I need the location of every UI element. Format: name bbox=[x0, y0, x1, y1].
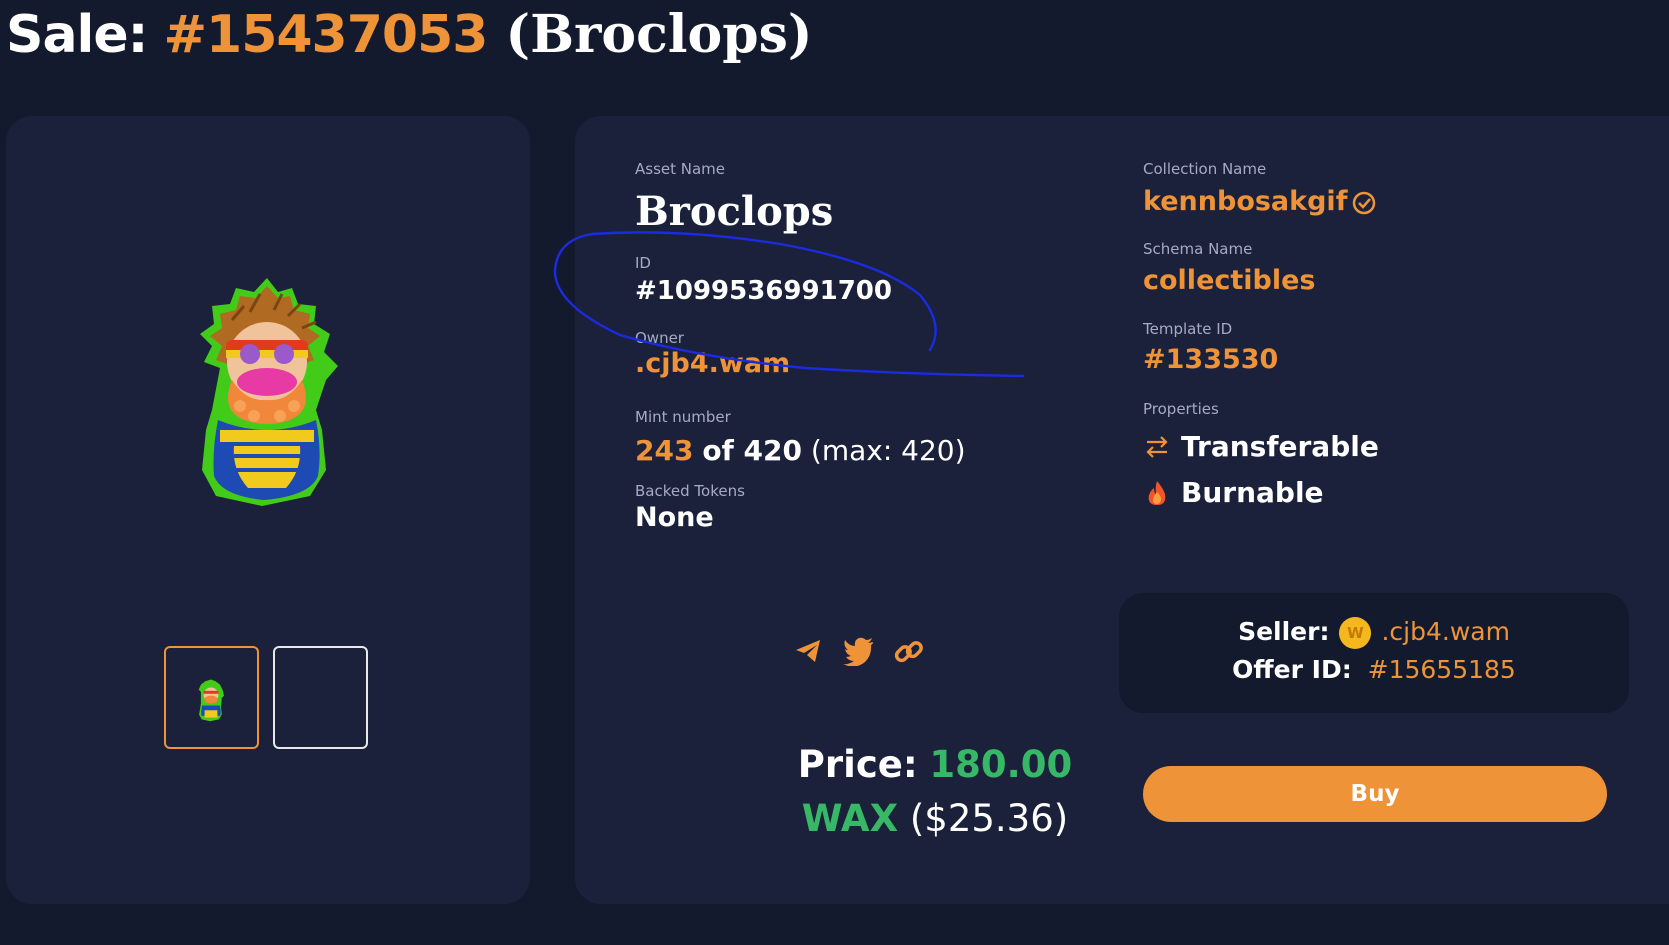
image-card bbox=[6, 116, 530, 904]
mint-max: (max: 420) bbox=[810, 434, 966, 467]
nft-artwork[interactable] bbox=[192, 270, 342, 510]
verified-icon bbox=[1353, 191, 1376, 214]
sale-number: #15437053 bbox=[163, 5, 488, 65]
properties-label: Properties bbox=[1143, 400, 1219, 418]
asset-name: Broclops bbox=[635, 188, 834, 235]
fire-icon bbox=[1143, 479, 1171, 507]
owner-label: Owner bbox=[635, 329, 684, 347]
schema-name[interactable]: collectibles bbox=[1143, 265, 1316, 296]
price-label: Price: bbox=[797, 743, 918, 786]
property-burnable: Burnable bbox=[1143, 476, 1324, 509]
copy-link[interactable] bbox=[893, 636, 925, 668]
price-usd: ($25.36) bbox=[909, 797, 1069, 840]
seller-name[interactable]: .cjb4.wam bbox=[1381, 617, 1509, 646]
mint-supply: of 420 bbox=[702, 434, 802, 467]
price-currency-line: WAX ($25.36) bbox=[735, 792, 1135, 846]
collection-name-label: Collection Name bbox=[1143, 160, 1267, 178]
wax-coin-icon: W bbox=[1339, 617, 1372, 649]
price: Price: 180.00 WAX ($25.36) bbox=[735, 738, 1135, 846]
offer-line: Offer ID: #15655185 bbox=[1119, 655, 1629, 684]
share-twitter[interactable] bbox=[843, 636, 875, 666]
transfer-arrows-icon bbox=[1143, 433, 1171, 461]
mint-number-value: 243 bbox=[635, 434, 694, 467]
thumbnail-video[interactable] bbox=[273, 646, 368, 749]
wax-coin-letter: W bbox=[1347, 624, 1364, 642]
template-id-label: Template ID bbox=[1143, 320, 1233, 338]
property-burnable-label: Burnable bbox=[1181, 476, 1324, 509]
asset-id-label: ID bbox=[635, 254, 651, 272]
offer-id-label: Offer ID: bbox=[1232, 655, 1352, 684]
link-icon bbox=[894, 641, 923, 663]
collection-name-text: kennbosakgif bbox=[1143, 186, 1348, 217]
template-id[interactable]: #133530 bbox=[1143, 344, 1278, 375]
telegram-icon bbox=[796, 640, 820, 662]
thumbnail-artwork bbox=[198, 679, 225, 722]
seller-box: Seller: W .cjb4.wam Offer ID: #15655185 bbox=[1119, 593, 1629, 713]
title-prefix: Sale: bbox=[6, 5, 148, 65]
twitter-icon bbox=[843, 637, 873, 666]
property-transferable: Transferable bbox=[1143, 430, 1379, 463]
thumbnail-image[interactable] bbox=[164, 646, 259, 749]
asset-id: #1099536991700 bbox=[635, 276, 892, 306]
buy-button[interactable]: Buy bbox=[1143, 766, 1607, 822]
price-line: Price: 180.00 bbox=[735, 738, 1135, 792]
share-telegram[interactable] bbox=[793, 636, 823, 666]
collection-name[interactable]: kennbosakgif bbox=[1143, 186, 1377, 217]
page-title: Sale: #15437053 (Broclops) bbox=[6, 4, 812, 65]
asset-name-label: Asset Name bbox=[635, 160, 726, 178]
offer-id[interactable]: #15655185 bbox=[1368, 655, 1516, 684]
price-currency: WAX bbox=[801, 797, 899, 840]
mint-number: 243 of 420 (max: 420) bbox=[635, 434, 966, 467]
backed-tokens: None bbox=[635, 502, 714, 533]
details-card: Asset Name Broclops ID #1099536991700 Ow… bbox=[575, 116, 1669, 904]
seller-line: Seller: W .cjb4.wam bbox=[1119, 617, 1629, 649]
seller-label: Seller: bbox=[1238, 617, 1330, 646]
property-transferable-label: Transferable bbox=[1181, 430, 1379, 463]
mint-number-label: Mint number bbox=[635, 408, 731, 426]
title-asset-name: (Broclops) bbox=[505, 4, 813, 65]
schema-name-label: Schema Name bbox=[1143, 240, 1253, 258]
price-amount: 180.00 bbox=[929, 743, 1073, 786]
owner-link[interactable]: .cjb4.wam bbox=[635, 348, 790, 379]
backed-tokens-label: Backed Tokens bbox=[635, 482, 745, 500]
